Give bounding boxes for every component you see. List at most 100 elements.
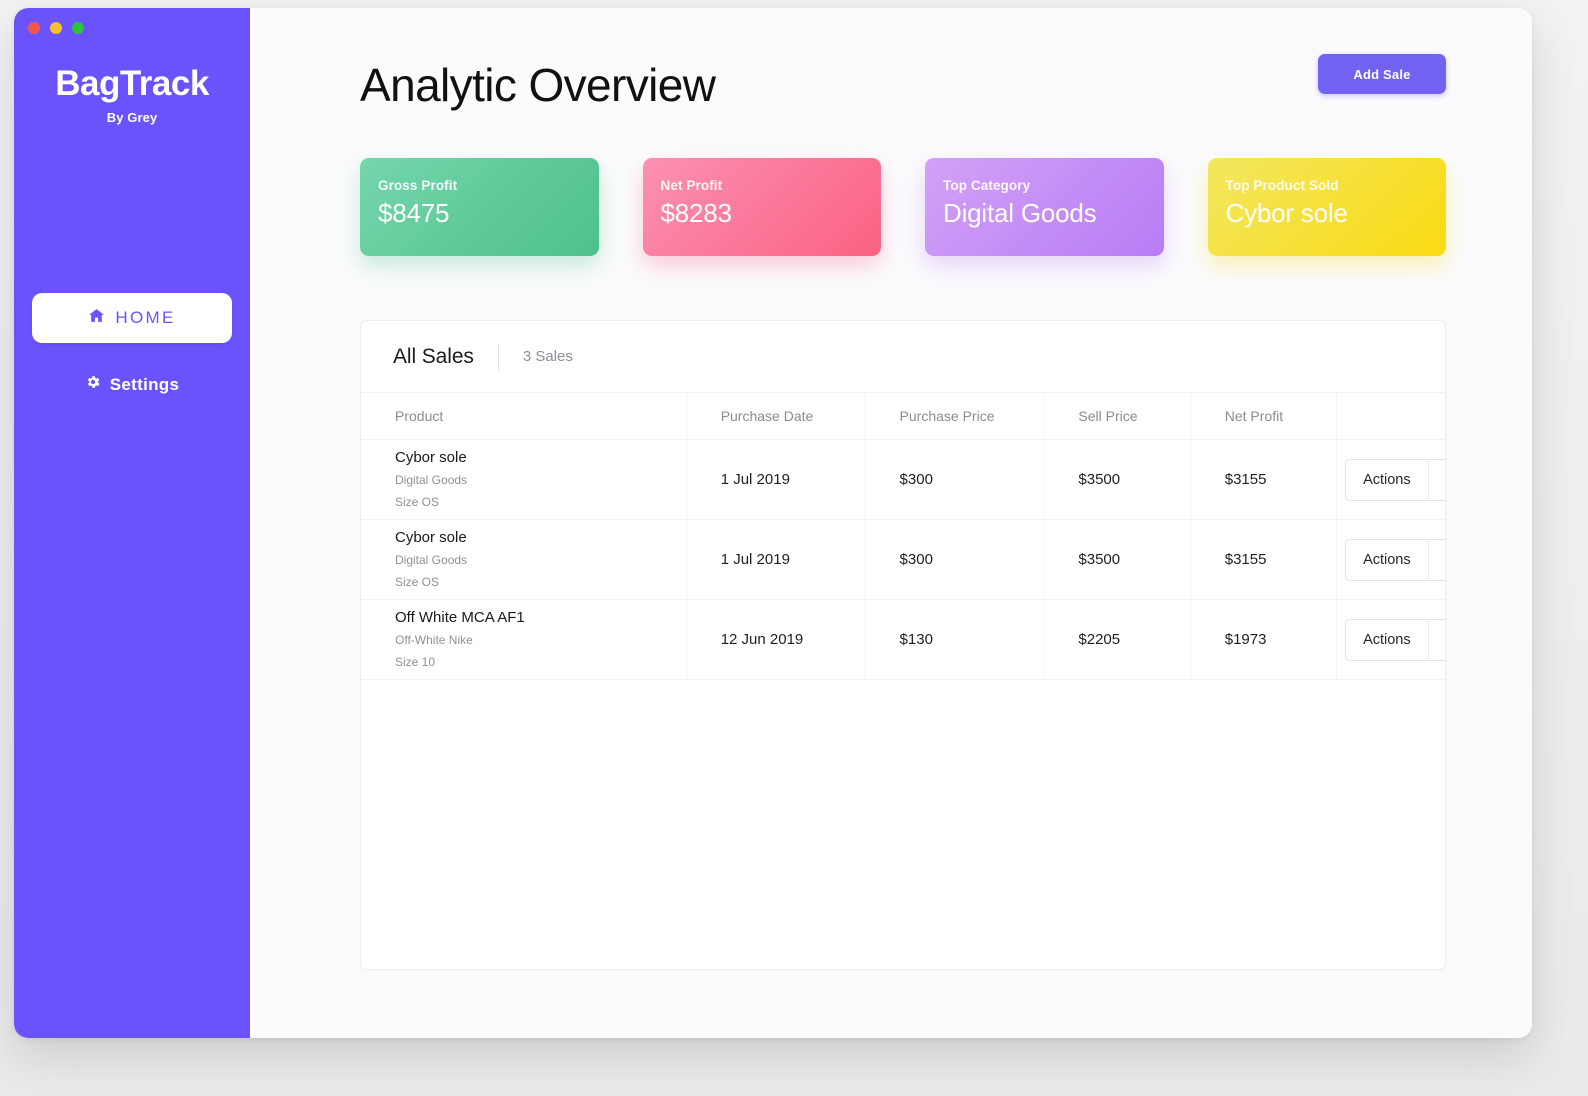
- actions-button-label: Actions: [1363, 471, 1411, 488]
- product-name: Cybor sole: [395, 448, 467, 466]
- add-sale-button[interactable]: Add Sale: [1318, 54, 1446, 94]
- actions-button[interactable]: Actions: [1345, 458, 1445, 501]
- column-header-purchase-price: Purchase Price: [865, 393, 1045, 440]
- sell-price-value: $3500: [1078, 551, 1121, 568]
- actions-button[interactable]: Actions: [1345, 538, 1445, 581]
- chevron-down-icon[interactable]: [1427, 619, 1445, 660]
- product-category: Digital Goods: [395, 473, 468, 488]
- sidebar-nav: HOME Settings: [14, 292, 250, 409]
- net-profit-value: $3155: [1224, 551, 1267, 568]
- cell-product: Cybor sole Digital Goods Size OS: [361, 519, 687, 600]
- cell-sell-price: $2205: [1043, 599, 1191, 680]
- stat-card-label: Top Category: [943, 178, 1031, 193]
- sales-table: Product Purchase Date Purchase Price Sel…: [361, 393, 1445, 680]
- cell-net-profit: $1973: [1190, 599, 1338, 680]
- sidebar-item-home-label: HOME: [115, 307, 176, 327]
- table-row: Cybor sole Digital Goods Size OS 1 Jul 2…: [361, 519, 1445, 600]
- page-header: Analytic Overview Add Sale: [360, 54, 1446, 108]
- maximize-window-icon[interactable]: [72, 22, 84, 34]
- app-window: BagTrack By Grey HOME Settings Analytic …: [14, 8, 1532, 1038]
- stat-card-label: Gross Profit: [378, 178, 458, 193]
- stat-card-value: $8475: [378, 198, 450, 228]
- actions-button-label: Actions: [1363, 551, 1411, 568]
- purchase-price-value: $300: [899, 551, 933, 568]
- purchase-price-value: $300: [899, 471, 933, 488]
- table-header-row: Product Purchase Date Purchase Price Sel…: [361, 393, 1445, 440]
- column-header-purchase-date: Purchase Date: [686, 393, 866, 440]
- sell-price-value: $3500: [1078, 471, 1121, 488]
- net-profit-value: $3155: [1224, 471, 1267, 488]
- desktop-background: BagTrack By Grey HOME Settings Analytic …: [0, 0, 1588, 1096]
- window-traffic-lights: [28, 22, 84, 34]
- column-header-actions: [1336, 393, 1445, 440]
- cell-net-profit: $3155: [1190, 519, 1338, 600]
- purchase-date-value: 1 Jul 2019: [720, 471, 790, 488]
- cell-purchase-price: $130: [865, 599, 1045, 680]
- cell-net-profit: $3155: [1190, 439, 1338, 520]
- sidebar-item-settings-label: Settings: [109, 374, 180, 394]
- stat-card-top-category: Top Category Digital Goods: [925, 158, 1164, 256]
- stat-card-top-product-sold: Top Product Sold Cybor sole: [1207, 158, 1446, 256]
- cell-purchase-date: 1 Jul 2019: [686, 519, 866, 600]
- cell-purchase-price: $300: [865, 519, 1045, 600]
- stat-card-value: Digital Goods: [943, 198, 1097, 228]
- cell-actions: Actions: [1336, 519, 1445, 600]
- page-title: Analytic Overview: [360, 59, 716, 111]
- chevron-down-icon[interactable]: [1427, 459, 1445, 500]
- column-header-product: Product: [361, 393, 687, 440]
- sell-price-value: $2205: [1078, 631, 1121, 648]
- product-size: Size 10: [395, 654, 436, 669]
- stat-card-gross-profit: Gross Profit $8475: [360, 158, 599, 256]
- stat-card-net-profit: Net Profit $8283: [642, 158, 881, 256]
- tab-all-sales[interactable]: All Sales: [393, 345, 474, 369]
- product-name: Cybor sole: [395, 528, 467, 546]
- toolbar-divider: [497, 343, 499, 370]
- home-icon: [88, 307, 105, 329]
- product-category: Digital Goods: [395, 553, 468, 568]
- product-name: Off White MCA AF1: [395, 608, 525, 626]
- table-row: Off White MCA AF1 Off-White Nike Size 10…: [361, 599, 1445, 680]
- cell-purchase-date: 12 Jun 2019: [686, 599, 866, 680]
- purchase-price-value: $130: [899, 631, 933, 648]
- sidebar-item-settings[interactable]: Settings: [32, 361, 232, 409]
- cell-actions: Actions: [1336, 439, 1445, 520]
- minimize-window-icon[interactable]: [50, 22, 62, 34]
- stat-cards: Gross Profit $8475 Net Profit $8283 Top …: [360, 158, 1446, 256]
- column-header-label: Sell Price: [1078, 408, 1138, 424]
- gear-icon: [85, 374, 101, 395]
- product-size: Size OS: [395, 494, 440, 509]
- product-category: Off-White Nike: [395, 633, 473, 648]
- actions-button[interactable]: Actions: [1345, 618, 1445, 661]
- cell-product: Off White MCA AF1 Off-White Nike Size 10: [361, 599, 687, 680]
- cell-purchase-price: $300: [865, 439, 1045, 520]
- column-header-label: Product: [395, 408, 444, 424]
- stat-card-value: $8283: [660, 198, 733, 228]
- product-size: Size OS: [395, 574, 440, 589]
- cell-sell-price: $3500: [1043, 519, 1191, 600]
- stat-card-value: Cybor sole: [1225, 198, 1348, 228]
- column-header-label: Purchase Date: [720, 408, 814, 424]
- purchase-date-value: 12 Jun 2019: [720, 631, 804, 648]
- brand-subtitle: By Grey: [106, 109, 158, 125]
- sidebar-item-home[interactable]: HOME: [32, 292, 232, 343]
- close-window-icon[interactable]: [28, 22, 40, 34]
- cell-purchase-date: 1 Jul 2019: [686, 439, 866, 520]
- stat-card-label: Top Product Sold: [1225, 178, 1339, 193]
- cell-sell-price: $3500: [1043, 439, 1191, 520]
- brand: BagTrack By Grey: [14, 64, 250, 125]
- sales-table-card: All Sales 3 Sales Product Purchase Date …: [360, 320, 1446, 970]
- net-profit-value: $1973: [1224, 631, 1267, 648]
- column-header-label: Purchase Price: [899, 408, 995, 424]
- purchase-date-value: 1 Jul 2019: [720, 551, 790, 568]
- sales-count-label: 3 Sales: [522, 348, 573, 365]
- column-header-label: Net Profit: [1224, 408, 1284, 424]
- chevron-down-icon[interactable]: [1427, 539, 1445, 580]
- cell-actions: Actions: [1336, 599, 1445, 680]
- sidebar: BagTrack By Grey HOME Settings: [14, 8, 250, 1038]
- main-content: Analytic Overview Add Sale Gross Profit …: [250, 8, 1532, 1038]
- brand-title: BagTrack: [55, 64, 209, 103]
- actions-button-label: Actions: [1363, 631, 1411, 648]
- sales-table-toolbar: All Sales 3 Sales: [361, 321, 1445, 393]
- cell-product: Cybor sole Digital Goods Size OS: [361, 439, 687, 520]
- column-header-sell-price: Sell Price: [1043, 393, 1191, 440]
